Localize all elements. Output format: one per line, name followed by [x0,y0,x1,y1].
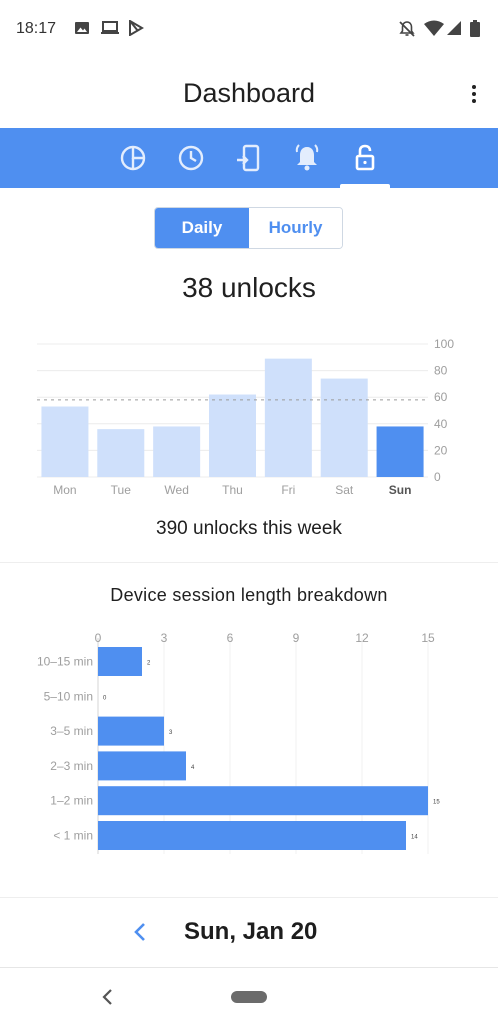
session-bar [98,786,428,816]
pie-chart-icon[interactable] [117,142,149,174]
y-tick-label: 60 [434,390,448,404]
lock-open-icon[interactable] [349,142,381,174]
selected-tab-indicator [340,184,390,188]
data-label: 0 [103,695,107,701]
signal-icon [446,20,462,41]
divider [0,562,498,563]
unlocks-chart: 0 20 40 60 80 100 Mon Tue Wed Thu Fri Sat Sun [37,337,454,497]
image-icon [74,20,90,41]
session-bar [98,716,164,746]
unlock-count: 38 unlocks [182,272,316,303]
y-category-label: 10–15 min [37,655,93,669]
y-category-label: 5–10 min [44,689,93,703]
data-label: 3 [169,730,173,736]
phone-touch-icon[interactable] [233,142,265,174]
status-time: 18:17 [16,20,57,37]
session-bar [98,647,142,676]
daily-button[interactable]: Daily [155,208,249,248]
laptop-icon [100,20,120,41]
x-tick-label: 12 [355,631,369,645]
x-tick-label: Sat [335,483,354,497]
bar-sat [320,378,368,477]
x-tick-label: Wed [164,483,188,497]
bar-tue [97,429,145,477]
data-label: 2 [147,661,151,667]
y-category-label: 1–2 min [50,794,93,808]
page-title: Dashboard [182,78,316,108]
x-tick-label: Tue [111,483,132,497]
week-total: 390 unlocks this week [156,518,342,539]
data-label: 14 [411,835,418,841]
x-tick-label: Fri [281,483,295,497]
y-tick-label: 0 [434,470,441,484]
bell-icon[interactable] [291,142,323,174]
hourly-button[interactable]: Hourly [249,208,342,248]
x-tick-label: 9 [293,631,300,645]
data-label: 4 [191,765,195,771]
session-bar [98,751,186,781]
x-tick-label: Mon [53,483,76,497]
app-bar: Dashboard [0,60,498,128]
y-tick-label: 100 [434,337,454,351]
notifications-off-icon [398,20,416,43]
data-label: 15 [433,800,440,806]
bar-wed [153,426,201,477]
bar-fri [264,358,312,477]
y-tick-label: 80 [434,364,448,378]
breakdown-title: Device session length breakdown [110,585,388,605]
x-tick-label: 6 [227,631,234,645]
current-date: Sun, Jan 20 [184,918,318,945]
battery-icon [470,20,480,42]
tab-bar [0,128,498,188]
more-vert-icon[interactable] [468,82,480,106]
bar-sun [376,426,424,477]
play-store-icon [128,19,144,41]
y-category-label: 2–3 min [50,759,93,773]
chevron-left-icon[interactable] [130,918,150,946]
x-tick-label: 0 [95,631,102,645]
y-tick-label: 40 [434,417,448,431]
y-category-label: < 1 min [53,829,93,843]
y-tick-label: 20 [434,443,448,457]
x-tick-label: Sun [389,483,412,497]
status-bar: 18:17 [0,0,498,60]
x-tick-label: 15 [421,631,435,645]
y-category-label: 3–5 min [50,724,93,738]
session-length-chart: 0 3 6 9 12 15 10–15 min 2 5–10 min 0 3–5 min 3 2–3 m… [37,631,440,854]
bar-thu [209,394,256,477]
home-pill-icon[interactable] [231,991,267,1003]
session-bar [98,821,406,850]
x-tick-label: 3 [161,631,168,645]
period-toggle: Daily Hourly [154,207,343,249]
date-navigation: Sun, Jan 20 [0,898,498,966]
back-icon[interactable] [100,986,116,1008]
system-navigation-bar [0,967,498,1025]
wifi-icon [424,20,444,41]
bar-mon [41,406,89,477]
clock-icon[interactable] [175,142,207,174]
x-tick-label: Thu [222,483,243,497]
